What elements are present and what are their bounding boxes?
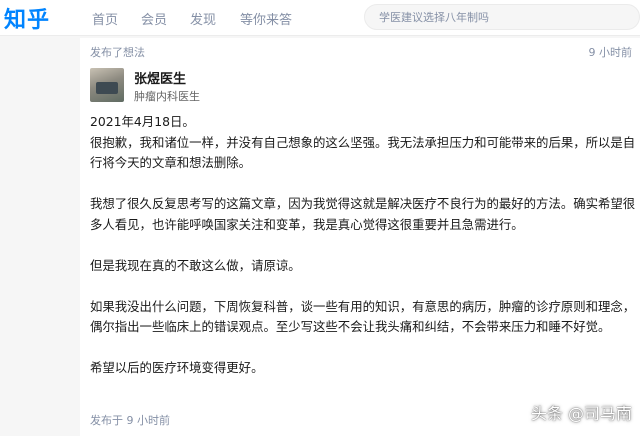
nav-waiting-answers[interactable]: 等你来答 [240,9,292,28]
nav-home[interactable]: 首页 [92,9,118,28]
posted-time-footer[interactable]: 发布于 9 小时前 [90,412,170,428]
post-date: 2021年4月18日。 [90,114,195,129]
paragraph: 希望以后的医疗环境变得更好。 [90,360,264,375]
paragraph: 但是我现在真的不敢这么做，请原谅。 [90,257,301,273]
paragraph: 如果我没出什么问题，下周恢复科普，谈一些有用的知识，有意思的病历，肿瘤的诊疗原则… [90,298,636,335]
thought-card: 发布了想法 9 小时前 张煜医生 肿瘤内科医生 2021年4月18日。 很抱歉，… [80,38,640,436]
toutiao-watermark: 头条 @司马南 [531,400,632,424]
nav-membership[interactable]: 会员 [141,9,167,28]
post-content: 2021年4月18日。 很抱歉，我和诸位一样，并没有自己想象的这么坚强。我无法承… [90,112,638,379]
search-box[interactable] [364,4,640,30]
author-name[interactable]: 张煜医生 [134,68,186,87]
paragraph: 我想了很久反复思考写的这篇文章，因为我觉得这就是解决医疗不良行为的最好的方法。确… [90,196,636,232]
zhihu-logo[interactable]: 知乎 [4,2,50,34]
posted-label: 发布了想法 [90,46,145,59]
post-time[interactable]: 9 小时前 [589,44,633,60]
author-avatar[interactable] [90,68,124,102]
top-navigation-bar: 知乎 首页 会员 发现 等你来答 [0,0,640,36]
paragraph: 很抱歉，我和诸位一样，并没有自己想象的这么坚强。我无法承担压力和可能带来的后果，… [90,134,636,171]
watermark-text: 头条 @司马南 [530,404,632,423]
author-title: 肿瘤内科医生 [134,90,200,103]
search-input[interactable] [365,5,639,29]
nav-discover[interactable]: 发现 [190,9,216,28]
